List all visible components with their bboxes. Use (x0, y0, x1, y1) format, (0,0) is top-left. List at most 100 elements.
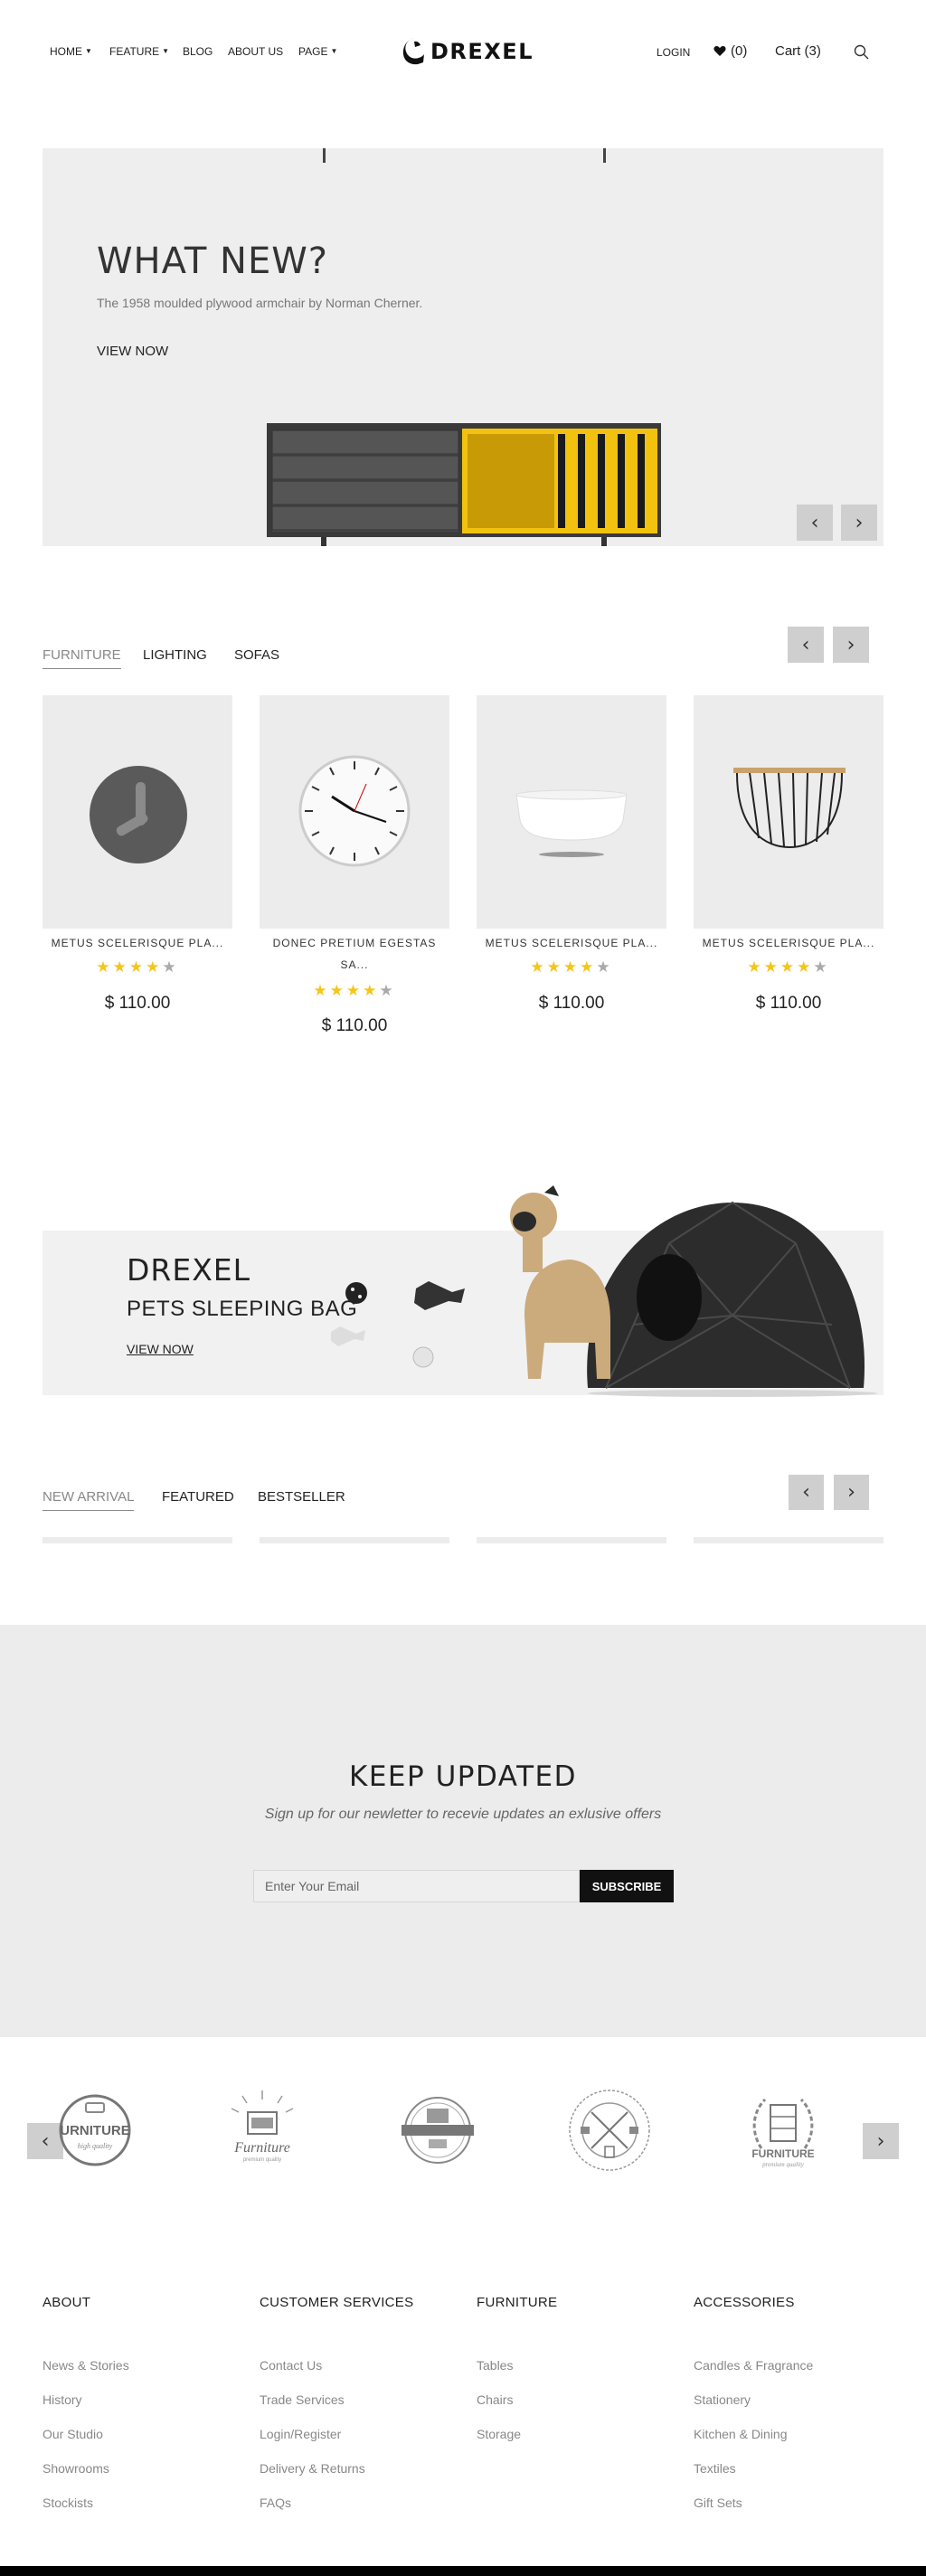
rating-stars: ★★★★★ (747, 958, 830, 976)
footer-link[interactable]: Login/Register (260, 2427, 341, 2441)
product-card-placeholder (694, 1537, 883, 1543)
nav-about-label: ABOUT US (228, 45, 284, 58)
product-name[interactable]: METUS SCELERISQUE PLA... (477, 932, 666, 954)
login-link[interactable]: LOGIN (657, 46, 690, 59)
logo-text: DREXEL (430, 39, 534, 64)
product-price: $ 110.00 (538, 994, 605, 1013)
chevron-down-icon: ▼ (85, 47, 92, 55)
search-button[interactable] (854, 44, 869, 60)
footer-link[interactable]: Storage (477, 2427, 521, 2441)
footer-link[interactable]: Gift Sets (694, 2496, 742, 2510)
footer-link[interactable]: Delivery & Returns (260, 2461, 365, 2476)
footer-link[interactable]: Tables (477, 2358, 513, 2373)
chevron-left-icon: ‹ (810, 511, 819, 534)
wishlist-link[interactable]: (0) (713, 43, 747, 59)
footer-link[interactable]: Stationery (694, 2392, 751, 2407)
desk-clock-image (90, 766, 187, 863)
brand-sub: premium quality (761, 2161, 805, 2168)
nav-blog-label: BLOG (183, 45, 213, 58)
arrivals-next-button[interactable]: › (834, 1475, 869, 1510)
footer-link[interactable]: News & Stories (43, 2358, 129, 2373)
hero-title: WHAT NEW? (97, 241, 329, 282)
hero-next-button[interactable]: › (841, 505, 877, 541)
product-name[interactable]: DONEC PRETIUM EGESTAS SA... (260, 932, 449, 976)
heart-icon (713, 46, 726, 56)
chevron-left-icon: ‹ (41, 2129, 50, 2153)
footer-link[interactable]: Chairs (477, 2392, 513, 2407)
brand-logo: FURNITURE premium quality (751, 2098, 815, 2168)
tab-bestseller[interactable]: BESTSELLER (258, 1489, 345, 1505)
nav-about[interactable]: ABOUT US (228, 45, 283, 58)
nav-page-label: PAGE (298, 45, 328, 58)
brand-logo (569, 2090, 650, 2171)
chevron-right-icon: › (855, 511, 864, 534)
banner-brand: DREXEL (127, 1252, 251, 1288)
footer-link[interactable]: Kitchen & Dining (694, 2427, 788, 2441)
nav-feature-label: FEATURE (109, 45, 160, 58)
tab-new-arrival[interactable]: NEW ARRIVAL (43, 1489, 135, 1511)
tab-sofas[interactable]: SOFAS (234, 647, 279, 663)
nav-blog[interactable]: BLOG (183, 45, 213, 58)
product-card-placeholder (477, 1537, 666, 1543)
product-image[interactable] (694, 695, 883, 929)
footer-link[interactable]: Showrooms (43, 2461, 109, 2476)
hero-slider: WHAT NEW? The 1958 moulded plywood armch… (43, 148, 883, 546)
product-name[interactable]: METUS SCELERISQUE PLA... (43, 932, 232, 954)
brand-logo: URNITURE high quality (59, 2094, 131, 2166)
product-price: $ 110.00 (104, 994, 171, 1013)
products-prev-button[interactable]: ‹ (788, 627, 824, 663)
footer-link[interactable]: Trade Services (260, 2392, 345, 2407)
chevron-right-icon: › (876, 2129, 885, 2153)
cart-label: Cart (3) (775, 43, 821, 59)
footer-link[interactable]: Contact Us (260, 2358, 322, 2373)
footer-link[interactable]: Stockists (43, 2496, 93, 2510)
cart-link[interactable]: Cart (3) (775, 43, 821, 59)
chevron-left-icon: ‹ (802, 1481, 810, 1504)
tab-lighting[interactable]: LIGHTING (143, 647, 207, 663)
brand-sub: premium quality (243, 2157, 281, 2163)
brand-sub: high quality (78, 2142, 113, 2150)
footer-heading-about: ABOUT (43, 2295, 91, 2310)
arrivals-prev-button[interactable]: ‹ (789, 1475, 824, 1510)
products-next-button[interactable]: › (833, 627, 869, 663)
pet-bed-image (331, 1185, 877, 1397)
newsletter-subtitle: Sign up for our newletter to recevie upd… (264, 1807, 662, 1822)
logo[interactable]: DREXEL (402, 36, 534, 67)
product-card-placeholder (260, 1537, 449, 1543)
footer-link[interactable]: Our Studio (43, 2427, 103, 2441)
nav-page[interactable]: PAGE ▼ (298, 45, 337, 58)
wire-basket-image (733, 768, 846, 849)
nav-feature[interactable]: FEATURE ▼ (109, 45, 169, 58)
nav-home[interactable]: HOME ▼ (50, 45, 92, 58)
footer-link[interactable]: FAQs (260, 2496, 291, 2510)
email-input[interactable] (253, 1870, 580, 1902)
brand-logo: Furniture premium quality (231, 2090, 294, 2163)
hero-prev-button[interactable]: ‹ (797, 505, 833, 541)
footer-link[interactable]: History (43, 2392, 82, 2407)
footer-link[interactable]: Textiles (694, 2461, 736, 2476)
product-image[interactable] (43, 695, 232, 929)
bowl-image (515, 789, 628, 857)
product-image[interactable] (477, 695, 666, 929)
nav-home-label: HOME (50, 45, 82, 58)
product-card-placeholder (43, 1537, 232, 1543)
footer-heading-customer-services: CUSTOMER SERVICES (260, 2295, 414, 2310)
search-icon (854, 44, 869, 60)
brands-next-button[interactable]: › (863, 2123, 899, 2159)
footer-link[interactable]: Candles & Fragrance (694, 2358, 813, 2373)
tab-furniture[interactable]: FURNITURE (43, 647, 121, 669)
hero-view-now-link[interactable]: VIEW NOW (97, 344, 168, 359)
footer-bottom-bar (0, 2566, 926, 2576)
footer-heading-furniture: FURNITURE (477, 2295, 558, 2310)
chevron-left-icon: ‹ (801, 633, 810, 656)
tab-featured[interactable]: FEATURED (162, 1489, 234, 1505)
subscribe-button[interactable]: SUBSCRIBE (580, 1870, 674, 1902)
product-name[interactable]: METUS SCELERISQUE PLA... (694, 932, 883, 954)
rating-stars: ★★★★★ (96, 958, 179, 976)
product-image[interactable] (260, 695, 449, 929)
chevron-down-icon: ▼ (162, 47, 170, 55)
product-price: $ 110.00 (755, 994, 822, 1013)
banner-view-now-link[interactable]: VIEW NOW (127, 1342, 194, 1356)
login-label: LOGIN (657, 46, 691, 59)
newsletter-section (0, 1625, 926, 2037)
